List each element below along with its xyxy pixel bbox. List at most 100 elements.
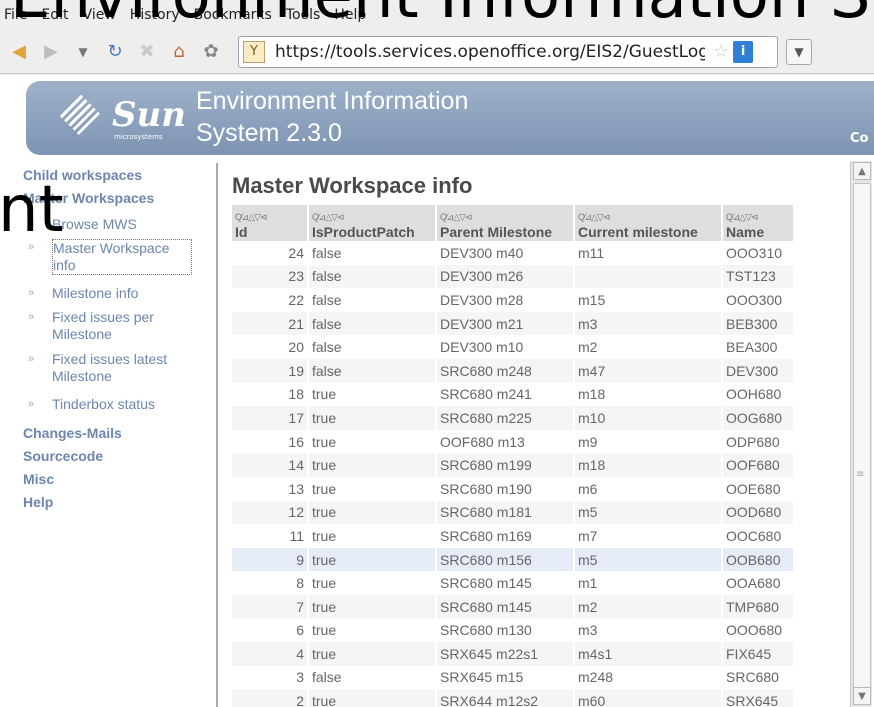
- table-row[interactable]: 21 false DEV300 m21 m3 BEB300: [232, 311, 795, 336]
- column-header-label: Name: [726, 224, 765, 240]
- info-icon[interactable]: i: [733, 40, 754, 63]
- col-current-milestone-cell: m7: [574, 524, 723, 548]
- back-arrow-icon[interactable]: ◀: [6, 39, 32, 65]
- col-name-cell: OOD680: [722, 500, 795, 525]
- col-isproductpatch-cell: false: [308, 335, 437, 359]
- table-row[interactable]: 18 true SRC680 m241 m18 OOH680: [232, 382, 795, 407]
- table-row[interactable]: 8 true SRC680 m145 m1 OOA680: [232, 571, 795, 595]
- table-row[interactable]: 23 false DEV300 m26 TST123: [232, 264, 795, 289]
- col-isproductpatch-cell: true: [308, 524, 437, 548]
- scroll-up-icon[interactable]: ▲: [853, 162, 871, 180]
- nav-fixed-issues-per-milestone[interactable]: » Fixed issues per Milestone: [28, 309, 192, 343]
- table-row[interactable]: 17 true SRC680 m225 m10 OOG680: [232, 406, 795, 430]
- app-title: Environment Information System 2.3.0: [196, 85, 468, 149]
- col-isproductpatch-cell: true: [308, 406, 437, 430]
- col-isproductpatch-header[interactable]: Q⁄⊿△▽⊲ IsProductPatch: [308, 205, 437, 241]
- col-parent-milestone-cell: DEV300 m26: [436, 264, 575, 289]
- table-row[interactable]: 16 true OOF680 m13 m9 ODP680: [232, 429, 795, 454]
- col-isproductpatch-cell: true: [308, 618, 437, 643]
- col-current-milestone-cell: m10: [574, 406, 723, 430]
- home-icon[interactable]: ⌂: [166, 39, 192, 65]
- url-bar[interactable]: Y https://tools.services.openoffice.org/…: [238, 35, 778, 68]
- col-parent-milestone-cell: DEV300 m28: [436, 288, 575, 312]
- table-row[interactable]: 24 false DEV300 m40 m11 OOO310: [232, 241, 795, 265]
- table-row[interactable]: 3 false SRX645 m15 m248 SRC680: [232, 665, 795, 690]
- table-row[interactable]: 22 false DEV300 m28 m15 OOO300: [232, 288, 795, 312]
- sort-filter-icons[interactable]: Q⁄⊿△▽⊲: [578, 212, 718, 224]
- col-name-cell: OOG680: [722, 406, 795, 430]
- table-row[interactable]: 7 true SRC680 m145 m2 TMP680: [232, 594, 795, 619]
- nav-tinderbox-status[interactable]: » Tinderbox status: [28, 396, 192, 413]
- url-dropdown-icon[interactable]: ▼: [786, 38, 812, 65]
- col-name-cell: SRC680: [722, 665, 795, 690]
- table-row[interactable]: 6 true SRC680 m130 m3 OOO680: [232, 618, 795, 643]
- table-row[interactable]: 14 true SRC680 m199 m18 OOF680: [232, 453, 795, 477]
- web-page: Sun microsystems Environment Information…: [0, 75, 874, 707]
- sun-logo[interactable]: Sun microsystems: [59, 93, 186, 143]
- bookmark-star-icon[interactable]: ☆: [713, 41, 729, 62]
- table-row[interactable]: 2 true SRX644 m12s2 m60 SRX645: [232, 689, 795, 707]
- nav-help[interactable]: Help: [23, 494, 53, 510]
- col-current-milestone-cell: [574, 264, 723, 289]
- col-id-cell: 24: [232, 241, 309, 265]
- col-name-cell: OOH680: [722, 382, 795, 407]
- sort-filter-icons[interactable]: Q⁄⊿△▽⊲: [726, 212, 790, 224]
- col-parent-milestone-cell: SRC680 m199: [436, 453, 575, 477]
- col-parent-milestone-cell: SRC680 m169: [436, 524, 575, 548]
- app-title-line2: System 2.3.0: [196, 119, 342, 147]
- scrollbar-grip-icon: ≡: [856, 469, 865, 480]
- table-row[interactable]: 13 true SRC680 m190 m6 OOE680: [232, 476, 795, 501]
- scrollbar-thumb[interactable]: [853, 183, 871, 703]
- page-title: Master Workspace info: [232, 173, 473, 198]
- col-isproductpatch-cell: false: [308, 288, 437, 312]
- nav-bullet: »: [28, 398, 35, 410]
- nav-misc[interactable]: Misc: [23, 471, 54, 487]
- col-isproductpatch-cell: true: [308, 594, 437, 619]
- col-id-cell: 8: [232, 571, 309, 595]
- site-identity-icon[interactable]: Y: [243, 40, 265, 63]
- col-name-cell: FIX645: [722, 642, 795, 666]
- table-header-row: Q⁄⊿△▽⊲ Id Q⁄⊿△▽⊲ IsProductPatch Q⁄⊿△▽⊲ Parent…: [232, 205, 795, 241]
- table-row[interactable]: 19 false SRC680 m248 m47 DEV300: [232, 358, 795, 383]
- history-dropdown-icon[interactable]: ▼: [70, 39, 96, 65]
- col-name-header[interactable]: Q⁄⊿△▽⊲ Name: [722, 205, 795, 241]
- navigation-toolbar: ◀ ▶ ▼ ↻ ✖ ⌂ ✿ Y https://tools.services.o…: [0, 30, 874, 74]
- col-name-cell: BEB300: [722, 311, 795, 336]
- table-row[interactable]: 9 true SRC680 m156 m5 OOB680: [232, 547, 795, 572]
- col-current-milestone-cell: m15: [574, 288, 723, 312]
- col-id-cell: 20: [232, 335, 309, 359]
- nav-fixed-issues-latest-milestone[interactable]: » Fixed issues latest Milestone: [28, 351, 192, 385]
- col-name-cell: OOA680: [722, 571, 795, 595]
- col-id-header[interactable]: Q⁄⊿△▽⊲ Id: [232, 205, 309, 241]
- col-parent-milestone-header[interactable]: Q⁄⊿△▽⊲ Parent Milestone: [436, 205, 575, 241]
- table-row[interactable]: 11 true SRC680 m169 m7 OOC680: [232, 524, 795, 548]
- app-title-line1: Environment Information: [196, 87, 469, 115]
- nav-fixed-issues-latest-label: Fixed issues latest Milestone: [52, 351, 168, 384]
- master-workspace-table: Q⁄⊿△▽⊲ Id Q⁄⊿△▽⊲ IsProductPatch Q⁄⊿△▽⊲ Parent…: [232, 205, 795, 707]
- col-name-cell: BEA300: [722, 335, 795, 359]
- col-parent-milestone-cell: SRC680 m241: [436, 382, 575, 407]
- nav-milestone-info[interactable]: » Milestone info: [28, 285, 192, 302]
- nav-sourcecode[interactable]: Sourcecode: [23, 448, 103, 464]
- reload-icon[interactable]: ↻: [102, 39, 128, 65]
- col-isproductpatch-cell: true: [308, 476, 437, 501]
- col-current-milestone-header[interactable]: Q⁄⊿△▽⊲ Current milestone: [574, 205, 723, 241]
- nav-bullet: »: [28, 311, 35, 323]
- sort-filter-icons[interactable]: Q⁄⊿△▽⊲: [312, 212, 432, 224]
- scroll-down-icon[interactable]: ▼: [853, 687, 871, 705]
- col-parent-milestone-cell: DEV300 m10: [436, 335, 575, 359]
- url-text[interactable]: https://tools.services.openoffice.org/EI…: [275, 42, 705, 62]
- table-row[interactable]: 4 true SRX645 m22s1 m4s1 FIX645: [232, 642, 795, 666]
- sort-filter-icons[interactable]: Q⁄⊿△▽⊲: [440, 212, 570, 224]
- table-row[interactable]: 20 false DEV300 m10 m2 BEA300: [232, 335, 795, 359]
- vertical-scrollbar[interactable]: ▲ ≡ ▼: [850, 161, 872, 707]
- col-name-cell: OOC680: [722, 524, 795, 548]
- col-parent-milestone-cell: DEV300 m21: [436, 311, 575, 336]
- table-row[interactable]: 12 true SRC680 m181 m5 OOD680: [232, 500, 795, 525]
- col-current-milestone-cell: m9: [574, 429, 723, 454]
- nav-changes-mails[interactable]: Changes-Mails: [23, 425, 122, 441]
- sort-filter-icons[interactable]: Q⁄⊿△▽⊲: [235, 212, 304, 224]
- bookmarks-icon[interactable]: ✿: [198, 39, 224, 65]
- forward-arrow-icon[interactable]: ▶: [38, 39, 64, 65]
- stop-icon[interactable]: ✖: [134, 39, 160, 65]
